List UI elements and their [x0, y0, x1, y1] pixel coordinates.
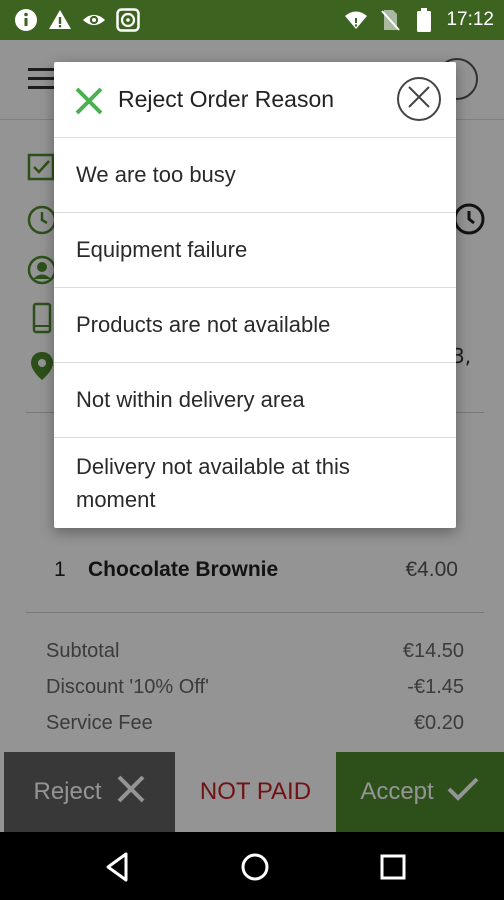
home-icon[interactable] [238, 850, 272, 884]
recent-apps-icon[interactable] [376, 850, 410, 884]
wifi-icon [344, 8, 368, 32]
no-sim-icon [378, 8, 402, 32]
system-nav-bar [0, 832, 504, 900]
eye-icon [82, 8, 106, 32]
back-icon[interactable] [100, 850, 134, 884]
status-bar: 17:12 [0, 0, 504, 40]
clock-time: 17:12 [446, 9, 494, 30]
reason-label: Not within delivery area [76, 387, 305, 412]
reject-reason-dialog: Reject Order Reason We are too busy Equi… [54, 62, 456, 528]
close-icon [406, 84, 432, 114]
reason-label: We are too busy [76, 162, 236, 187]
reason-list: We are too busy Equipment failure Produc… [54, 138, 456, 526]
dialog-header: Reject Order Reason [54, 62, 456, 138]
warning-icon [48, 8, 72, 32]
reason-label: Delivery not available at this moment [76, 454, 350, 512]
reason-item-products-unavailable[interactable]: Products are not available [54, 288, 456, 363]
reason-item-too-busy[interactable]: We are too busy [54, 138, 456, 213]
reason-label: Equipment failure [76, 237, 248, 262]
reason-item-delivery-unavailable[interactable]: Delivery not available at this moment [54, 438, 456, 526]
dialog-close-button[interactable] [397, 77, 441, 121]
reject-x-icon [74, 86, 104, 116]
reason-item-outside-delivery-area[interactable]: Not within delivery area [54, 363, 456, 438]
dialog-title: Reject Order Reason [118, 86, 335, 112]
reason-item-equipment-failure[interactable]: Equipment failure [54, 213, 456, 288]
info-icon [14, 8, 38, 32]
steering-icon [116, 8, 140, 32]
battery-icon [412, 8, 436, 32]
reason-label: Products are not available [76, 312, 331, 337]
